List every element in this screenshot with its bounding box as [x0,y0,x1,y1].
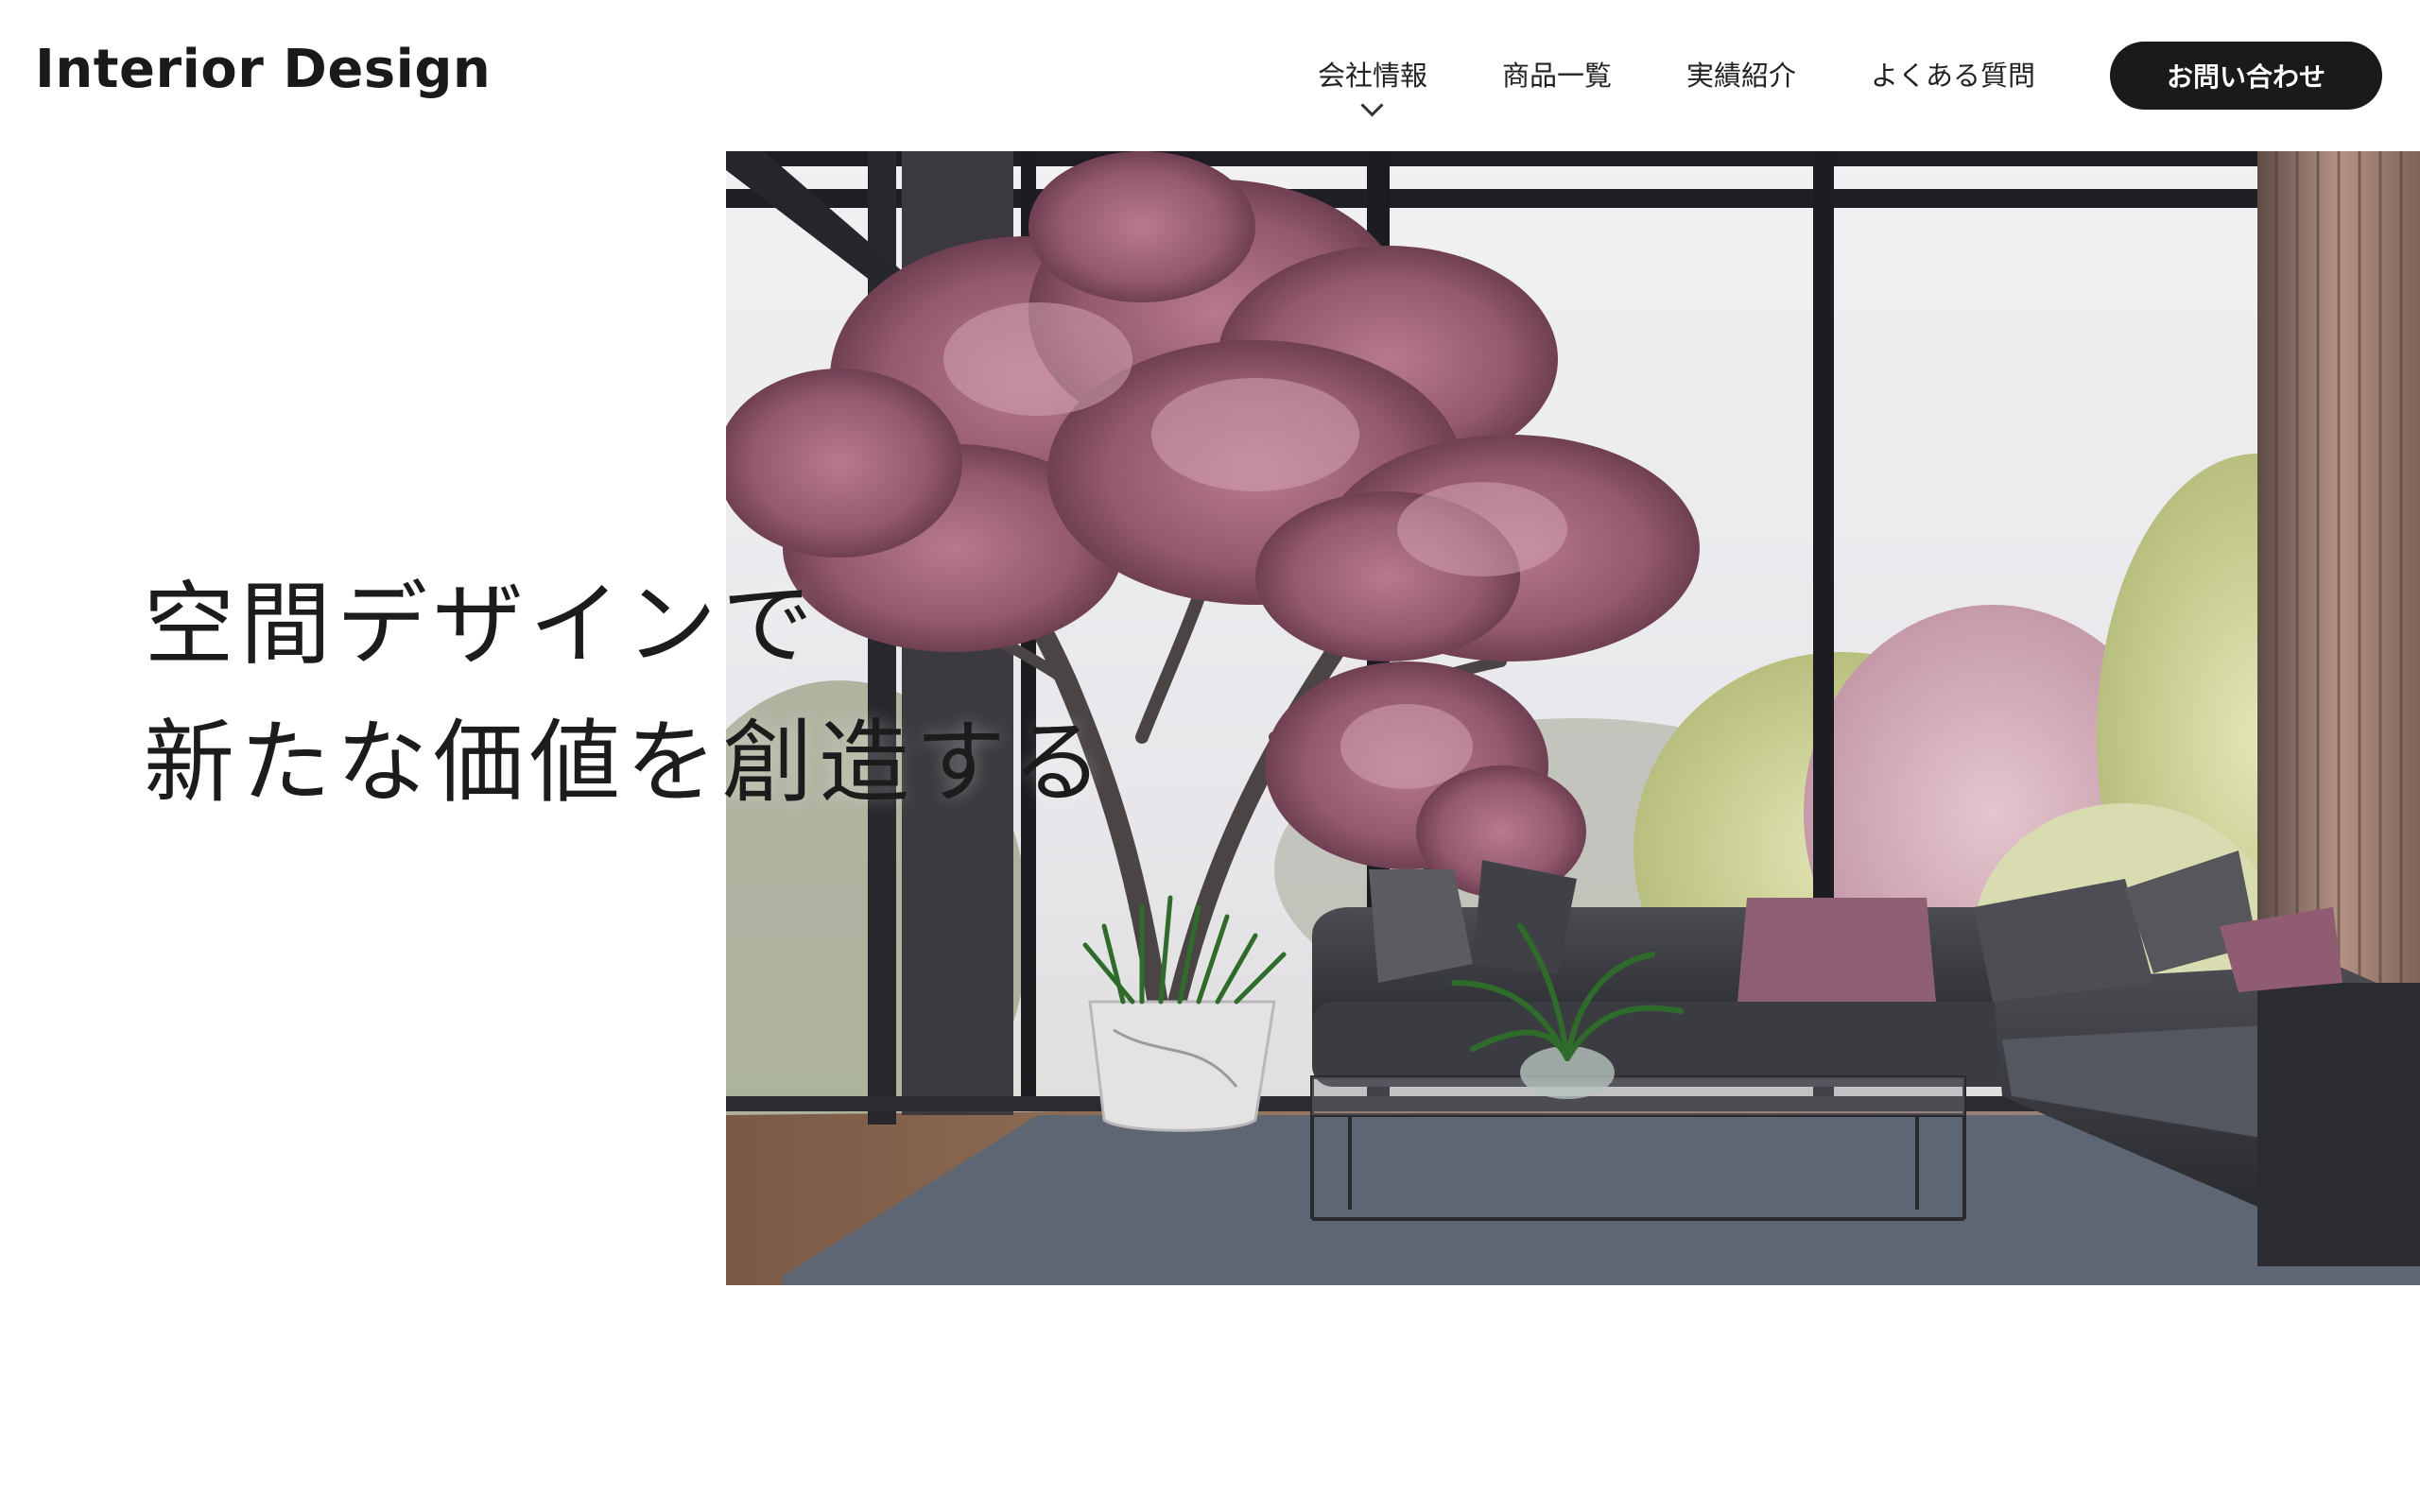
page: Interior Design 会社情報 商品一覧 実績紹介 よくある質問 お問… [0,0,2420,1512]
hero-heading: 空間デザインで 新たな価値を創造する [144,556,1108,832]
site-logo[interactable]: Interior Design [35,34,491,106]
nav-item-faq[interactable]: よくある質問 [1871,42,2035,110]
hero-heading-line2: 新たな価値を創造する [144,710,1108,816]
nav-item-company[interactable]: 会社情報 [1317,42,1427,117]
main-nav: 会社情報 商品一覧 実績紹介 よくある質問 お問い合わせ [1317,42,2382,117]
chevron-down-icon[interactable] [1360,94,1384,117]
contact-button[interactable]: お問い合わせ [2110,42,2382,110]
nav-item-label: 会社情報 [1317,60,1427,92]
hero-heading-line1: 空間デザインで [144,572,819,678]
nav-item-works[interactable]: 実績紹介 [1686,42,1796,110]
nav-item-label: 実績紹介 [1685,60,1796,92]
nav-item-label: よくある質問 [1870,60,2035,92]
nav-item-products[interactable]: 商品一覧 [1502,42,1612,110]
nav-item-label: 商品一覧 [1501,60,1612,92]
